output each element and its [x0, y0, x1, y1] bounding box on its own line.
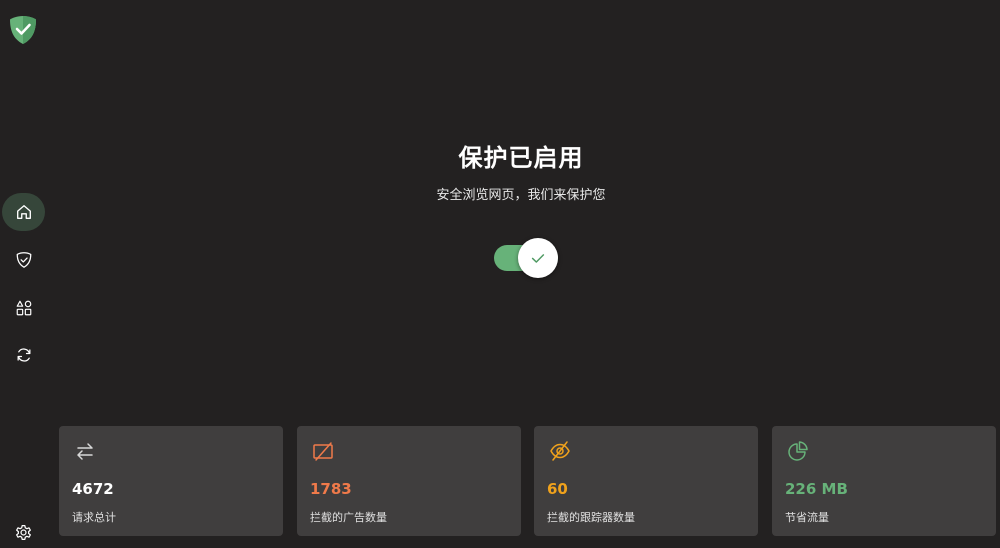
stat-value: 1783: [310, 480, 352, 498]
settings-gear-icon: [16, 524, 31, 540]
shield-check-icon: [16, 252, 31, 268]
nav-apps-button[interactable]: [2, 289, 45, 327]
tracker-blocked-eye-icon: [550, 441, 570, 461]
stat-value: 226 MB: [785, 480, 848, 498]
ad-blocked-icon: [313, 442, 333, 461]
settings-button[interactable]: [2, 514, 45, 548]
apps-grid-icon: [16, 300, 31, 316]
stat-card-trackers-blocked[interactable]: 60 拦截的跟踪器数量: [534, 426, 758, 536]
stat-label: 节省流量: [785, 511, 829, 524]
stat-label: 请求总计: [72, 511, 116, 524]
stat-card-ads-blocked[interactable]: 1783 拦截的广告数量: [297, 426, 521, 536]
requests-arrows-icon: [77, 443, 93, 460]
stat-value: 60: [547, 480, 568, 498]
sync-icon: [17, 348, 30, 362]
stat-card-traffic-saved[interactable]: 226 MB 节省流量: [772, 426, 996, 536]
traffic-pie-icon: [788, 441, 808, 461]
stat-label: 拦截的跟踪器数量: [547, 511, 635, 524]
stat-label: 拦截的广告数量: [310, 511, 387, 524]
protection-toggle[interactable]: [494, 238, 564, 278]
adguard-logo-icon: [9, 15, 37, 45]
stat-value: 4672: [72, 480, 114, 498]
protection-status-title: 保护已启用: [458, 144, 584, 172]
check-icon: [531, 254, 545, 263]
protection-status-subtitle: 安全浏览网页，我们来保护您: [436, 188, 606, 203]
nav-sync-button[interactable]: [2, 336, 45, 374]
nav-protection-button[interactable]: [2, 241, 45, 279]
home-icon: [16, 205, 31, 219]
stat-card-requests[interactable]: 4672 请求总计: [59, 426, 283, 536]
toggle-knob: [518, 238, 558, 278]
